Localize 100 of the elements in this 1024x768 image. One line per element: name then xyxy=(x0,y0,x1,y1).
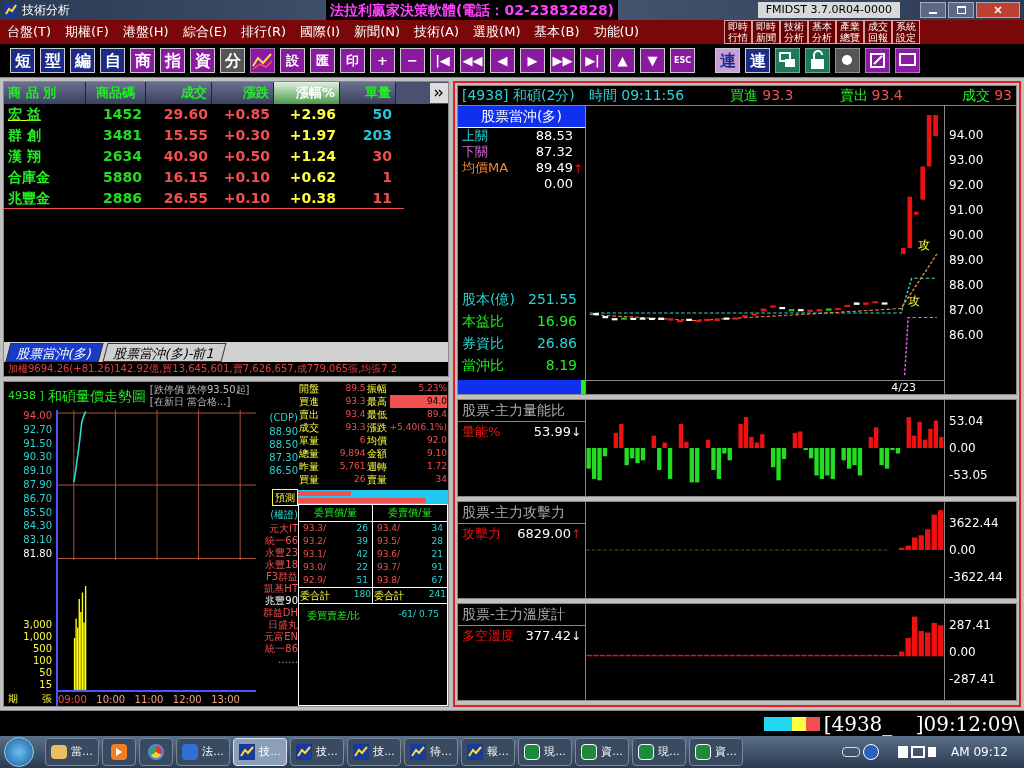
column-header[interactable]: 漲跌 xyxy=(212,82,274,104)
quick-button[interactable]: 即時 行情 xyxy=(724,20,752,44)
menu-item[interactable]: 綜合(E) xyxy=(175,22,234,42)
warrant-name[interactable]: F3群益 xyxy=(265,571,298,582)
quick-button[interactable]: 產業 總覽 xyxy=(836,20,864,44)
field-value: 93.4 xyxy=(871,86,903,105)
list-tab[interactable]: 股票當沖(多)-前1 xyxy=(102,343,227,362)
taskbar-button[interactable]: 技... xyxy=(290,738,344,766)
taskbar-button[interactable]: 資... xyxy=(689,738,743,766)
menu-item[interactable]: 台盤(T) xyxy=(0,22,59,42)
toolbar-button[interactable]: + xyxy=(370,48,395,73)
taskbar-button[interactable]: 資... xyxy=(575,738,629,766)
table-cell-text: 30 xyxy=(371,147,393,166)
toolbar-button[interactable]: ▶| xyxy=(580,48,605,73)
axis-label: 0.00 xyxy=(949,542,977,559)
stock-code-field[interactable]: [4938_ xyxy=(823,708,912,739)
screen-icon[interactable] xyxy=(895,48,920,73)
warrant-name[interactable]: 永豐18 xyxy=(265,559,298,570)
taskbar-button[interactable]: 待... xyxy=(404,738,458,766)
column-header[interactable]: 商 品 別 xyxy=(4,82,86,104)
warrant-name[interactable]: 日盛丸 xyxy=(268,619,298,630)
table-row[interactable]: 合庫金 5880 16.15 +0.10 +0.62 1 xyxy=(4,167,448,188)
toolbar-button[interactable]: − xyxy=(400,48,425,73)
quick-button[interactable]: 系統 設定 xyxy=(892,20,920,44)
warrant-name[interactable]: 凱基HT xyxy=(264,583,298,594)
scroll-columns-button[interactable] xyxy=(430,83,448,103)
menu-item[interactable]: 港盤(H) xyxy=(115,22,176,42)
menu-item[interactable]: 新聞(N) xyxy=(347,22,408,42)
toolbar-button[interactable]: ESC xyxy=(670,48,695,73)
taskbar-button[interactable]: 現... xyxy=(632,738,686,766)
warrant-name[interactable]: 群益DH xyxy=(262,607,298,618)
taskbar-button[interactable]: 當... xyxy=(45,738,99,766)
toolbar-button[interactable]: ◀ xyxy=(490,48,515,73)
menu-item[interactable]: 期權(F) xyxy=(58,22,116,42)
quick-button[interactable]: 即時 新聞 xyxy=(752,20,780,44)
menu-item[interactable]: 排行(R) xyxy=(234,22,294,42)
toolbar-button[interactable]: ▶ xyxy=(520,48,545,73)
edit-icon[interactable] xyxy=(865,48,890,73)
toolbar-button[interactable]: ▼ xyxy=(640,48,665,73)
close-icon xyxy=(994,6,1002,14)
table-row[interactable]: 漢 翔 2634 40.90 +0.50 +1.24 30 xyxy=(4,146,448,167)
maximize-button[interactable] xyxy=(948,2,974,18)
warrant-name[interactable]: 元富EN xyxy=(264,631,298,642)
toolbar-button[interactable]: 指 xyxy=(160,48,185,73)
indicator-label: 攻擊力 xyxy=(462,525,501,543)
toolbar-button[interactable]: 印 xyxy=(340,48,365,73)
field-label: 買進 xyxy=(730,86,759,105)
lock-icon[interactable] xyxy=(805,48,830,73)
table-row[interactable]: 群 創 3481 15.55 +0.30 +1.97 203 xyxy=(4,125,448,146)
cdp-value: 86.50 xyxy=(269,465,298,477)
toolbar-button[interactable]: 分 xyxy=(220,48,245,73)
toolbar-button[interactable]: 商 xyxy=(130,48,155,73)
minimize-button[interactable] xyxy=(920,2,946,18)
chart-icon xyxy=(467,744,484,760)
table-row[interactable]: 兆豐金 2886 26.55 +0.10 +0.38 11 xyxy=(4,188,404,209)
menu-item[interactable]: 國際(I) xyxy=(293,22,348,42)
chart-note: [跌停價 跌停93.50起] xyxy=(149,384,250,396)
taskbar-button[interactable]: 現... xyxy=(518,738,572,766)
warrant-name[interactable]: 兆豐90 xyxy=(265,595,298,606)
toolbar-button[interactable]: 型 xyxy=(40,48,65,73)
toolbar-button[interactable]: 短 xyxy=(10,48,35,73)
column-header[interactable]: 單量 xyxy=(340,82,396,104)
help-icon[interactable] xyxy=(863,744,880,760)
toolbar-button[interactable]: 連 xyxy=(745,48,770,73)
toolbar-button[interactable]: ▲ xyxy=(610,48,635,73)
toolbar-button[interactable]: 匯 xyxy=(310,48,335,73)
toolbar-button[interactable]: |◀ xyxy=(430,48,455,73)
quick-button[interactable]: 基本 分析 xyxy=(808,20,836,44)
warrant-name[interactable]: 永豐23 xyxy=(265,547,298,558)
toolbar-button[interactable]: 資 xyxy=(190,48,215,73)
window-icon[interactable] xyxy=(775,48,800,73)
start-button[interactable] xyxy=(4,737,34,767)
toolbar-button[interactable]: 連 xyxy=(715,48,740,73)
warrant-name[interactable]: 統一66 xyxy=(265,535,298,546)
warrant-name[interactable]: 元大IT xyxy=(268,523,298,534)
network-icon[interactable] xyxy=(911,746,926,758)
toolbar-button[interactable]: ◀◀ xyxy=(460,48,485,73)
toolbar-button[interactable]: 自 xyxy=(100,48,125,73)
taskbar-button[interactable] xyxy=(139,738,173,766)
menu-item[interactable]: 技術(A) xyxy=(407,22,467,42)
taskbar-button[interactable]: 報... xyxy=(461,738,515,766)
toolbar-button[interactable]: 設 xyxy=(280,48,305,73)
quick-button[interactable]: 成交 回報 xyxy=(864,20,892,44)
menu-item[interactable]: 功能(U) xyxy=(586,22,647,42)
menu-item[interactable]: 選股(M) xyxy=(466,22,528,42)
list-tab[interactable]: 股票當沖(多) xyxy=(5,343,104,362)
toolbar-button[interactable]: 編 xyxy=(70,48,95,73)
warrant-name[interactable]: 統一86 xyxy=(265,643,298,654)
taskbar-button[interactable]: 法... xyxy=(176,738,230,766)
column-header[interactable]: 商品碼 xyxy=(86,82,146,104)
quick-button[interactable]: 技術 分析 xyxy=(780,20,808,44)
toolbar-button[interactable]: ▶▶ xyxy=(550,48,575,73)
taskbar-button[interactable]: 技... xyxy=(347,738,401,766)
menu-item[interactable]: 基本(B) xyxy=(527,22,587,42)
table-row[interactable]: 宏 益 1452 29.60 +0.85 +2.96 50 xyxy=(4,104,448,125)
taskbar-button[interactable] xyxy=(102,738,136,766)
column-header[interactable]: 成交 xyxy=(146,82,212,104)
line-chart-icon[interactable] xyxy=(250,48,275,73)
quote-label: 金額 xyxy=(366,447,388,460)
close-button[interactable] xyxy=(976,2,1020,18)
